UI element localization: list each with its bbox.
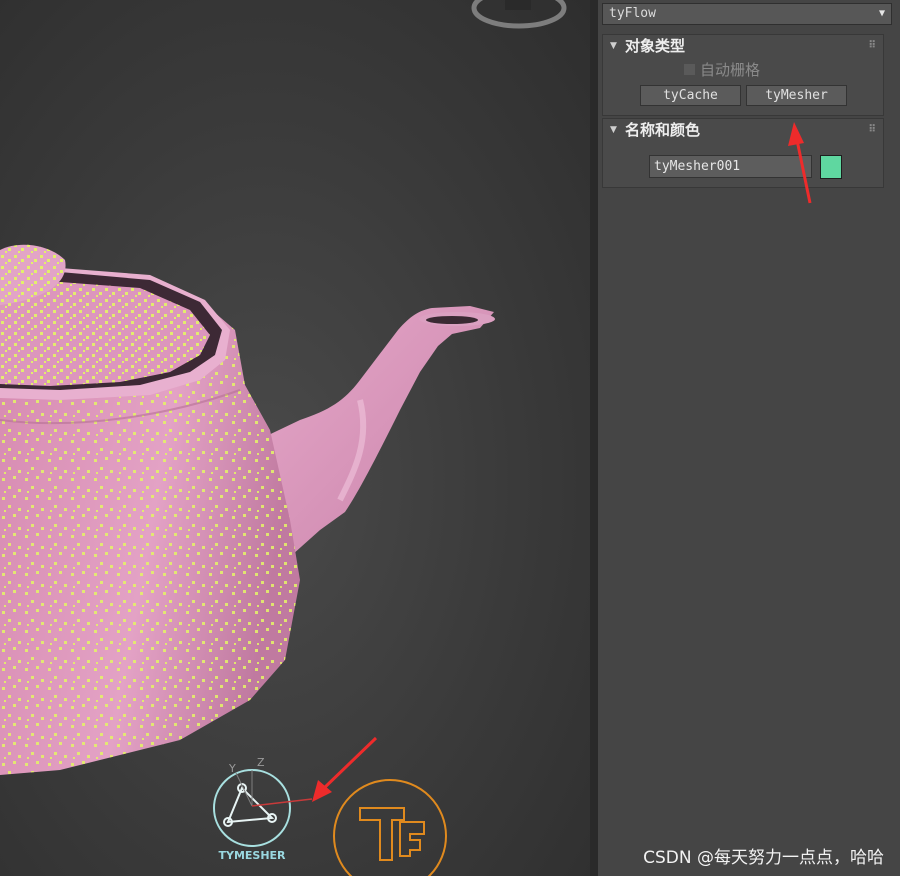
gizmo-label: TYMESHER xyxy=(218,849,286,862)
tyflow-logo-icon xyxy=(333,779,447,876)
watermark-text: CSDN @每天努力一点点，哈哈 xyxy=(643,848,884,868)
teapot-spout xyxy=(258,306,495,555)
gizmo-axis-y-label: Y xyxy=(228,762,236,775)
viewcube-icon xyxy=(471,0,567,29)
viewport-canvas: Y Z TYMESHER xyxy=(0,0,567,876)
annotation-arrow-icon xyxy=(312,736,378,802)
gizmo-axis-z-label: Z xyxy=(257,756,265,769)
annotation-arrow-icon xyxy=(788,122,812,204)
viewport-3d[interactable]: Y Z TYMESHER xyxy=(0,0,590,876)
command-panel: tyFlow ▼ ▼ 对象类型 ⠿ 自动栅格 tyCache tyMesher … xyxy=(598,0,900,876)
teapot-lid xyxy=(0,244,230,400)
tymesher-gizmo-icon: Y Z TYMESHER xyxy=(213,756,313,862)
panel-divider[interactable] xyxy=(590,0,598,876)
